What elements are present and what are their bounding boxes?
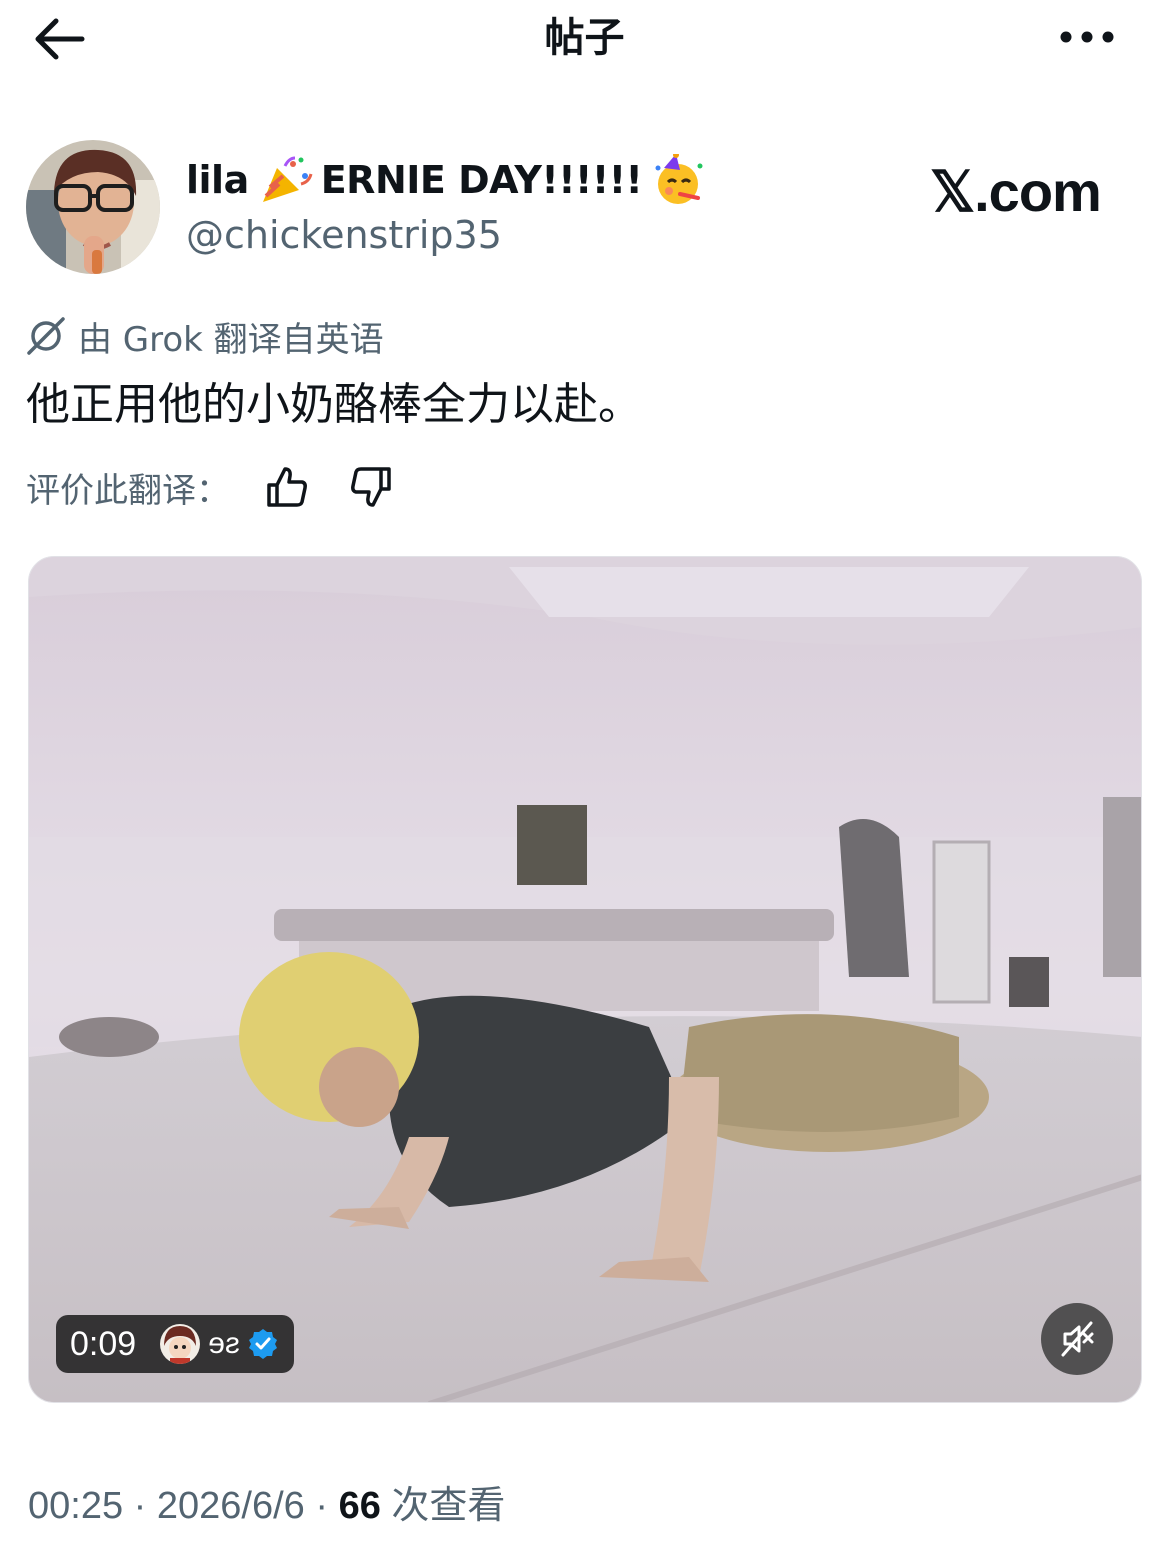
source-avatar <box>160 1324 201 1364</box>
meta-separator: · <box>304 1485 339 1527</box>
display-name-part2: ERNIE DAY!!!!!! <box>320 158 643 202</box>
video-player[interactable] <box>28 556 1142 1403</box>
video-frame <box>29 557 1141 1402</box>
mute-toggle-button[interactable] <box>1041 1303 1113 1375</box>
display-name-part1: lila <box>186 158 249 202</box>
more-dots-icon <box>1060 31 1114 43</box>
page-title: 帖子 <box>544 15 625 61</box>
thumbs-up-icon <box>267 467 307 507</box>
video-duration: 0:09 <box>70 1324 137 1363</box>
post-date: 2026/6/6 <box>156 1485 305 1527</box>
view-count-label: 次查看 <box>380 1485 506 1527</box>
verified-badge-icon <box>248 1329 277 1359</box>
post-text: 他正用他的小奶酪棒全力以赴。 <box>26 379 642 430</box>
thumbs-down-icon <box>351 467 391 507</box>
party-popper-icon <box>257 154 313 206</box>
partying-face-icon <box>650 152 706 206</box>
translated-by-text: 由 Grok 翻译自英语 <box>78 319 384 360</box>
translated-by-label[interactable]: 由 Grok 翻译自英语 <box>26 314 384 360</box>
post-time: 00:25 <box>28 1485 124 1527</box>
more-options-button[interactable] <box>1052 22 1122 52</box>
view-count: 66 <box>338 1485 381 1527</box>
video-duration-chip: 0:09 ɘƨ <box>56 1315 294 1373</box>
post-meta: 00:25 · 2026/6/6 · 66 次查看 <box>28 1480 505 1532</box>
grok-icon <box>27 317 65 355</box>
source-name: ɘƨ <box>208 1327 240 1360</box>
meta-separator: · <box>123 1485 157 1527</box>
display-name[interactable]: lila ERNIE DAY!!!!!! <box>186 152 714 208</box>
thumbs-down-button[interactable] <box>344 462 398 512</box>
rate-translation-label: 评价此翻译： <box>26 470 230 511</box>
thumbs-up-button[interactable] <box>260 462 314 512</box>
avatar[interactable] <box>26 140 160 274</box>
x-com-watermark: 𝕏.com <box>930 160 1102 223</box>
user-handle[interactable]: @chickenstrip35 <box>186 212 502 258</box>
rate-translation-row: 评价此翻译： <box>26 462 398 512</box>
speaker-muted-icon <box>1061 1321 1094 1357</box>
